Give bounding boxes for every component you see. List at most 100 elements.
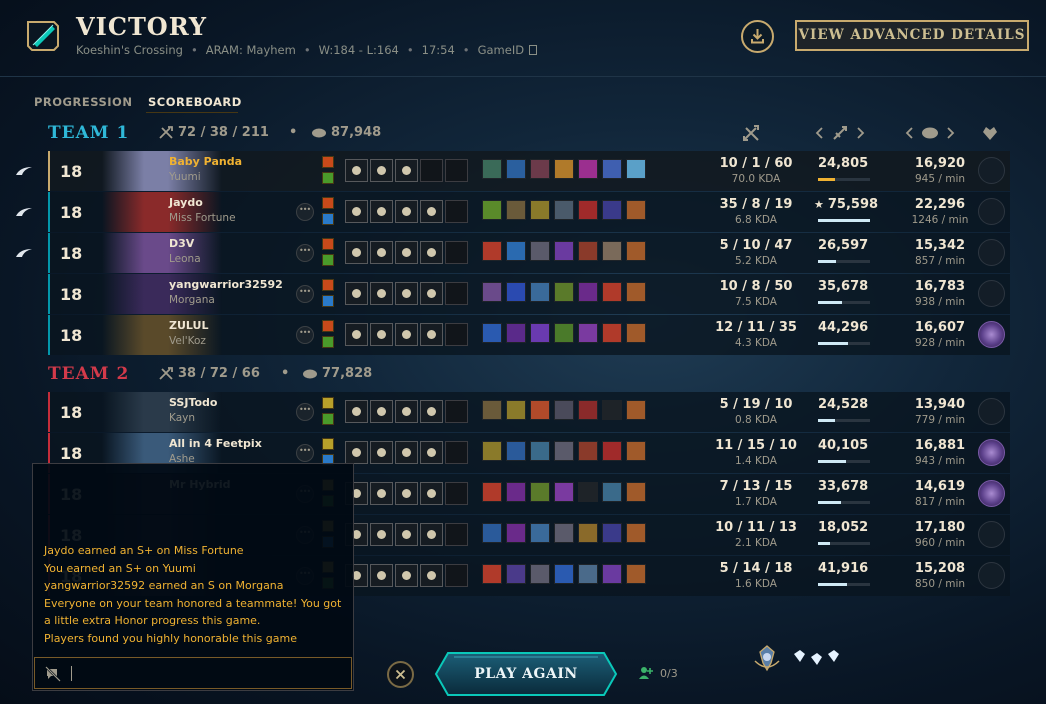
player-row[interactable]: 18 yangwarrior32592 Morgana 10 / 8 / 50 7.5 … (48, 274, 1010, 314)
augment-slot[interactable] (345, 159, 368, 182)
augment-slot[interactable] (345, 441, 368, 464)
augment-slot[interactable] (445, 482, 468, 505)
player-name[interactable]: Baby Panda (169, 155, 242, 168)
honor-button[interactable] (978, 398, 1005, 425)
item-icon[interactable] (530, 323, 550, 343)
augment-slot[interactable] (420, 441, 443, 464)
item-icon[interactable] (506, 564, 526, 584)
augment-slot[interactable] (345, 400, 368, 423)
item-icon[interactable] (554, 323, 574, 343)
item-icon[interactable] (554, 241, 574, 261)
more-options-button[interactable] (296, 244, 314, 262)
item-icon[interactable] (578, 523, 598, 543)
augment-slot[interactable] (345, 282, 368, 305)
honor-button[interactable] (978, 198, 1005, 225)
item-icon[interactable] (482, 282, 502, 302)
augment-slot[interactable] (395, 159, 418, 182)
item-icon[interactable] (626, 400, 646, 420)
item-icon[interactable] (602, 400, 622, 420)
item-icon[interactable] (530, 564, 550, 584)
augment-slot[interactable] (420, 323, 443, 346)
item-icon[interactable] (530, 441, 550, 461)
item-icon[interactable] (506, 441, 526, 461)
item-icon[interactable] (482, 482, 502, 502)
augment-slot[interactable] (420, 241, 443, 264)
player-row[interactable]: 18 Baby Panda Yuumi 10 / 1 / 60 70.0 KDA 24,8… (48, 151, 1010, 191)
item-icon[interactable] (626, 441, 646, 461)
augment-slot[interactable] (420, 564, 443, 587)
item-icon[interactable] (506, 241, 526, 261)
augment-slot[interactable] (445, 564, 468, 587)
chat-input[interactable] (34, 657, 352, 689)
augment-slot[interactable] (445, 441, 468, 464)
item-icon[interactable] (530, 482, 550, 502)
gold-column-toggle-icon[interactable] (904, 124, 956, 142)
copy-icon[interactable] (529, 45, 538, 55)
item-icon[interactable] (482, 241, 502, 261)
player-row[interactable]: 18 ZULUL Vel'Koz 12 / 11 / 35 4.3 KDA 44,296 1… (48, 315, 1010, 355)
augment-slot[interactable] (420, 200, 443, 223)
honor-level-emblem-icon[interactable] (752, 643, 782, 673)
item-icon[interactable] (506, 159, 526, 179)
more-options-button[interactable] (296, 285, 314, 303)
player-row[interactable]: 18 Jaydo Miss Fortune 35 / 8 / 19 6.8 KDA ★75… (48, 192, 1010, 232)
item-icon[interactable] (554, 523, 574, 543)
item-icon[interactable] (602, 282, 622, 302)
item-icon[interactable] (530, 200, 550, 220)
item-icon[interactable] (602, 159, 622, 179)
augment-slot[interactable] (370, 400, 393, 423)
augment-slot[interactable] (370, 441, 393, 464)
item-icon[interactable] (626, 241, 646, 261)
augment-slot[interactable] (395, 482, 418, 505)
augment-slot[interactable] (370, 323, 393, 346)
item-icon[interactable] (554, 159, 574, 179)
item-icon[interactable] (602, 523, 622, 543)
close-button[interactable] (387, 661, 414, 688)
item-icon[interactable] (578, 159, 598, 179)
more-options-button[interactable] (296, 444, 314, 462)
item-icon[interactable] (554, 200, 574, 220)
item-icon[interactable] (602, 200, 622, 220)
more-options-button[interactable] (296, 203, 314, 221)
player-name[interactable]: Jaydo (169, 196, 203, 209)
player-name[interactable]: ZULUL (169, 319, 208, 332)
item-icon[interactable] (506, 523, 526, 543)
augment-slot[interactable] (395, 241, 418, 264)
item-icon[interactable] (554, 282, 574, 302)
augment-slot[interactable] (395, 441, 418, 464)
item-icon[interactable] (578, 282, 598, 302)
honor-button[interactable] (978, 521, 1005, 548)
honor-button[interactable] (978, 480, 1005, 507)
item-icon[interactable] (506, 482, 526, 502)
item-icon[interactable] (482, 200, 502, 220)
item-icon[interactable] (530, 400, 550, 420)
damage-column-toggle-icon[interactable] (814, 124, 866, 142)
item-icon[interactable] (482, 159, 502, 179)
item-icon[interactable] (626, 282, 646, 302)
item-icon[interactable] (506, 200, 526, 220)
item-icon[interactable] (554, 400, 574, 420)
more-options-button[interactable] (296, 326, 314, 344)
augment-slot[interactable] (445, 282, 468, 305)
tab-progression[interactable]: PROGRESSION (34, 95, 132, 109)
item-icon[interactable] (578, 482, 598, 502)
item-icon[interactable] (578, 200, 598, 220)
chat-mute-icon[interactable] (45, 666, 63, 682)
item-icon[interactable] (626, 523, 646, 543)
item-icon[interactable] (578, 564, 598, 584)
item-icon[interactable] (626, 159, 646, 179)
item-icon[interactable] (554, 482, 574, 502)
augment-slot[interactable] (370, 564, 393, 587)
augment-slot[interactable] (445, 200, 468, 223)
item-icon[interactable] (602, 564, 622, 584)
augment-slot[interactable] (445, 159, 468, 182)
augment-slot[interactable] (370, 282, 393, 305)
item-icon[interactable] (602, 323, 622, 343)
augment-slot[interactable] (370, 523, 393, 546)
item-icon[interactable] (602, 482, 622, 502)
augment-slot[interactable] (445, 523, 468, 546)
augment-slot[interactable] (370, 200, 393, 223)
augment-slot[interactable] (370, 482, 393, 505)
item-icon[interactable] (530, 159, 550, 179)
augment-slot[interactable] (445, 400, 468, 423)
